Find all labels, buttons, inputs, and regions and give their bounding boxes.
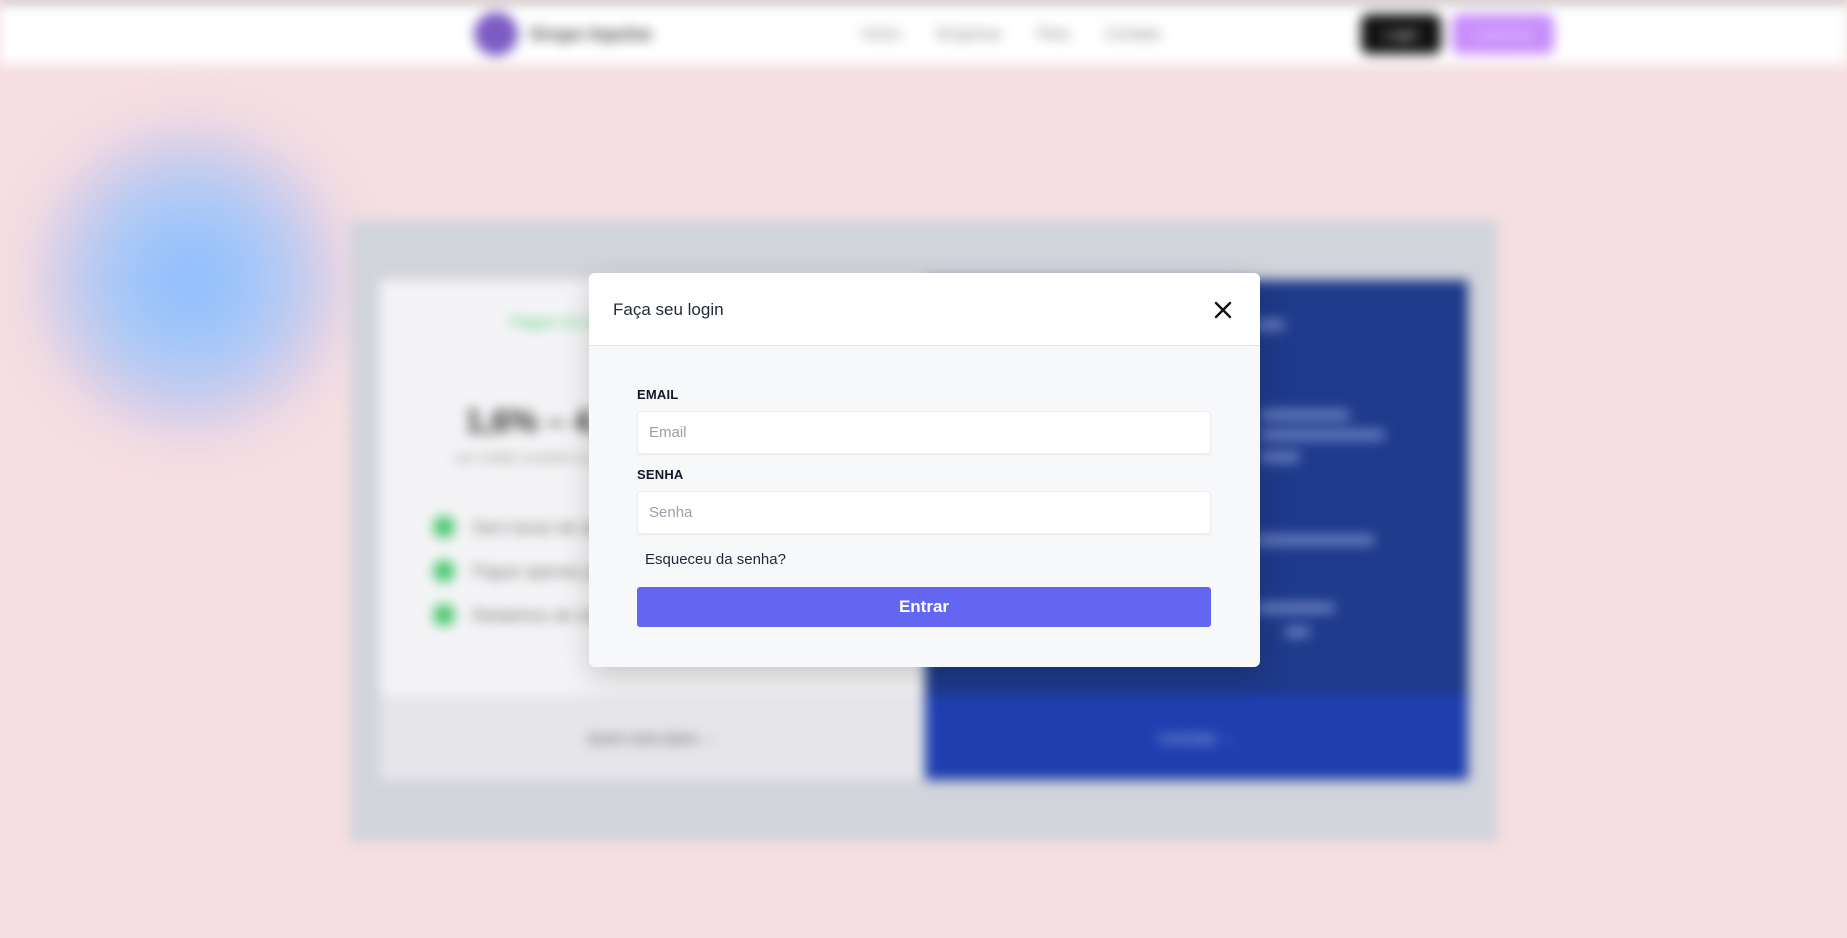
- nav-link-empresa[interactable]: Empresa: [937, 26, 1001, 44]
- blurred-text: [1255, 603, 1335, 613]
- check-icon: [433, 604, 455, 626]
- blurred-text: [1260, 410, 1350, 420]
- nav-link-contato[interactable]: Contato: [1105, 26, 1161, 44]
- nav-link-time[interactable]: Time: [1035, 26, 1070, 44]
- login-modal: Faça seu login EMAIL SENHA Esqueceu da s…: [589, 273, 1260, 667]
- login-submit-button[interactable]: Entrar: [637, 587, 1211, 627]
- close-icon[interactable]: [1211, 298, 1235, 322]
- blurred-text: [1260, 430, 1385, 440]
- nav-link-inicio[interactable]: Início: [862, 26, 900, 44]
- email-label: EMAIL: [637, 387, 679, 402]
- plan-right-cta[interactable]: Contratar →: [925, 695, 1468, 780]
- check-icon: [433, 560, 455, 582]
- blurred-text: [1255, 535, 1375, 545]
- top-navbar: Grupo Inpulse Início Empresa Time Contat…: [0, 0, 1847, 64]
- forgot-password-link[interactable]: Esqueceu da senha?: [645, 551, 786, 568]
- brand-name: Grupo Inpulse: [530, 24, 653, 44]
- login-button[interactable]: Login: [1361, 14, 1441, 54]
- email-field[interactable]: [637, 411, 1211, 454]
- password-field[interactable]: [637, 491, 1211, 534]
- brand-logo: [474, 12, 518, 56]
- plan-left-cta[interactable]: Quero esse plano →: [380, 695, 924, 780]
- password-label: SENHA: [637, 467, 684, 482]
- blurred-text: [1285, 627, 1310, 637]
- signup-button[interactable]: Cadastrar: [1452, 14, 1554, 54]
- modal-header: Faça seu login: [589, 273, 1260, 346]
- check-icon: [433, 516, 455, 538]
- plan-price-value: 1,6%: [465, 403, 538, 439]
- modal-title: Faça seu login: [613, 300, 724, 319]
- blurred-text: [1260, 452, 1300, 462]
- decorative-blob: [30, 120, 350, 440]
